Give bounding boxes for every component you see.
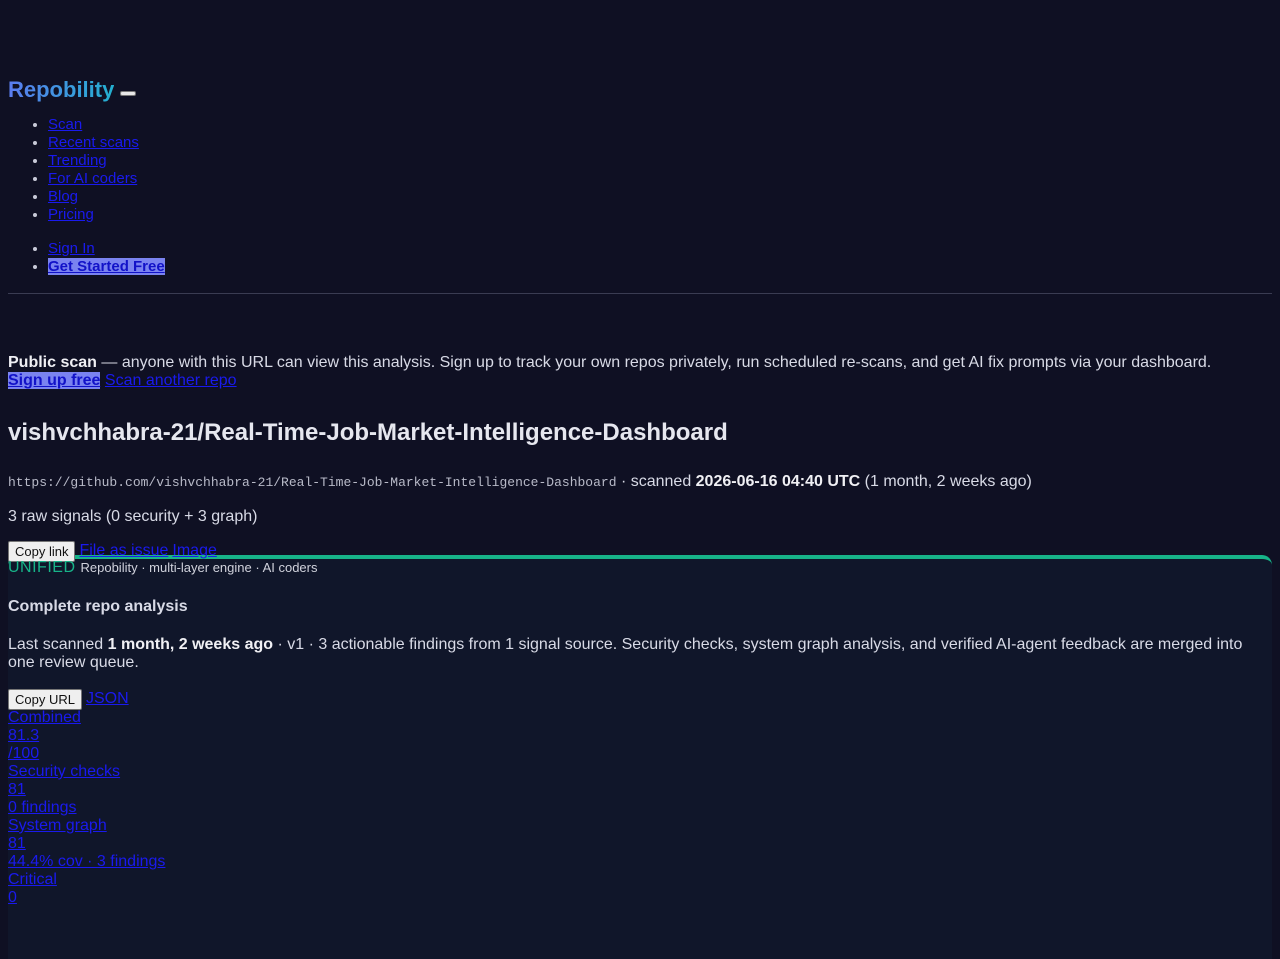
- public-scan-notice: Public scan — anyone with this URL can v…: [8, 354, 1272, 372]
- engine-label: Repobility · multi-layer engine · AI cod…: [80, 560, 318, 575]
- score-critical-value[interactable]: 0: [8, 889, 1272, 907]
- card-header: UNIFIED Repobility · multi-layer engine …: [8, 559, 1272, 577]
- score-combined-sub[interactable]: /100: [8, 745, 1272, 763]
- score-list: Combined 81.3 /100 Security checks 81 0 …: [8, 709, 1272, 907]
- raw-signals: 3 raw signals (0 security + 3 graph): [8, 508, 258, 525]
- notice-text: — anyone with this URL can view this ana…: [96, 354, 1212, 371]
- scanned-at: 2026-06-16 04:40 UTC: [695, 473, 861, 490]
- score-critical-label[interactable]: Critical: [8, 871, 1272, 889]
- card-actions: Copy URL JSON: [8, 688, 1272, 710]
- score-graph-sub[interactable]: 44.4% cov · 3 findings: [8, 853, 1272, 871]
- sign-up-free-button[interactable]: Sign up free: [8, 372, 101, 389]
- notice-lead: Public scan: [8, 354, 97, 371]
- copy-url-button[interactable]: Copy URL: [8, 688, 82, 710]
- unified-badge: UNIFIED: [8, 559, 76, 576]
- scan-meta: https://github.com/vishvchhabra-21/Real-…: [8, 471, 1272, 494]
- nav-blog[interactable]: Blog: [48, 188, 78, 205]
- notice-links: Sign up free Scan another repo: [8, 372, 1272, 390]
- score-combined-value[interactable]: 81.3: [8, 727, 1272, 745]
- score-graph-label[interactable]: System graph: [8, 817, 1272, 835]
- sign-in-link[interactable]: Sign In: [48, 240, 95, 257]
- desc-prefix: Last scanned: [8, 636, 108, 653]
- unified-analysis-card: UNIFIED Repobility · multi-layer engine …: [8, 555, 1272, 959]
- nav-scan[interactable]: Scan: [48, 116, 82, 133]
- file-as-issue-link[interactable]: File as issue: [79, 542, 168, 560]
- main-nav: Scan Recent scans Trending For AI coders…: [8, 116, 1272, 224]
- scanned-ago: (1 month, 2 weeks ago): [860, 473, 1032, 490]
- scanned-prefix: · scanned: [616, 473, 696, 490]
- score-combined-label[interactable]: Combined: [8, 709, 1272, 727]
- score-graph-value[interactable]: 81: [8, 835, 1272, 853]
- repo-url: https://github.com/vishvchhabra-21/Real-…: [8, 475, 617, 490]
- header-divider: [8, 293, 1272, 294]
- get-started-button[interactable]: Get Started Free: [48, 258, 165, 275]
- brand-logo[interactable]: Repobility: [8, 77, 114, 103]
- score-security-value[interactable]: 81: [8, 781, 1272, 799]
- site-header: Repobility: [8, 77, 1272, 103]
- nav-pricing[interactable]: Pricing: [48, 206, 94, 223]
- score-security-label[interactable]: Security checks: [8, 763, 1272, 781]
- nav-trending[interactable]: Trending: [48, 152, 107, 169]
- card-title: Complete repo analysis: [8, 598, 188, 615]
- auth-nav: Sign In Get Started Free: [8, 240, 1272, 276]
- scan-another-repo-link[interactable]: Scan another repo: [105, 372, 237, 389]
- repo-title: vishvchhabra-21/Real-Time-Job-Market-Int…: [8, 419, 728, 446]
- menu-toggle-button[interactable]: [120, 90, 137, 96]
- image-link[interactable]: Image: [172, 542, 216, 560]
- nav-for-ai-coders[interactable]: For AI coders: [48, 170, 137, 187]
- score-security-sub[interactable]: 0 findings: [8, 799, 1272, 817]
- card-description: Last scanned 1 month, 2 weeks ago · v1 ·…: [8, 636, 1272, 672]
- json-link[interactable]: JSON: [86, 690, 129, 708]
- desc-when: 1 month, 2 weeks ago: [107, 636, 274, 653]
- nav-recent-scans[interactable]: Recent scans: [48, 134, 139, 151]
